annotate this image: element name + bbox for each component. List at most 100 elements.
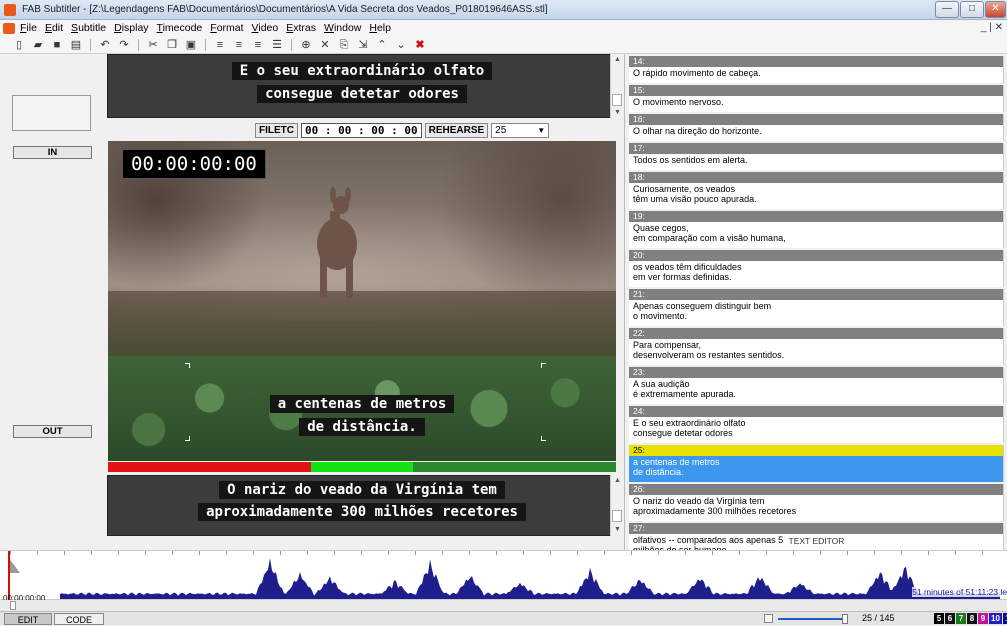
subtitle-entry[interactable]: 14: O rápido movimento de cabeça.	[629, 56, 1004, 83]
subtitle-number-select[interactable]: 25 ▼	[491, 122, 550, 138]
print-icon[interactable]: ▤	[69, 39, 83, 52]
menu-extras[interactable]: Extras	[286, 22, 316, 34]
progress-green-segment	[311, 462, 413, 472]
menu-format[interactable]: Format	[210, 22, 243, 34]
subtitle-entry-line: Todos os sentidos em alerta.	[633, 155, 748, 165]
copy-format-icon[interactable]: ⎘	[337, 39, 351, 52]
subtitle-entry[interactable]: 19: Quase cegos, em comparação com a visão…	[629, 211, 1004, 248]
align-right-icon[interactable]: ≡	[251, 39, 265, 52]
zoom-icon[interactable]	[764, 614, 773, 623]
subtitle-entry[interactable]: 16: O olhar na direção do horizonte.	[629, 114, 1004, 141]
color-button[interactable]: 10	[989, 613, 1002, 624]
scroll-thumb[interactable]	[10, 601, 16, 610]
text-editor-label[interactable]: TEXT EDITOR	[625, 536, 1007, 550]
menu-subtitle[interactable]: Subtitle	[71, 22, 106, 34]
scroll-thumb[interactable]	[612, 94, 622, 106]
maximize-button[interactable]: □	[960, 1, 984, 18]
window-title: FAB Subtitler - [Z:\Legendagens FAB\Docu…	[22, 4, 548, 15]
align-center-icon[interactable]: ≡	[232, 39, 246, 52]
subtitle-entry[interactable]: 15: O movimento nervoso.	[629, 85, 1004, 112]
subtitle-entry-number: 14:	[629, 56, 1003, 67]
subtitle-entry[interactable]: 20: os veados têm dificuldades em ver form…	[629, 250, 1004, 287]
menu-file[interactable]: File	[20, 22, 37, 34]
new-icon[interactable]: ▯	[12, 39, 26, 52]
subtitle-entry[interactable]: 22: Para compensar, desenvolveram os resta…	[629, 328, 1004, 365]
waveform-scrollbar[interactable]	[0, 600, 1007, 611]
redo-icon[interactable]: ↷	[117, 39, 131, 52]
close-red-icon[interactable]: ✖	[413, 39, 427, 52]
subtitle-entry-line: O olhar na direção do horizonte.	[633, 126, 762, 136]
previous-subtitle-box[interactable]: E o seu extraordinário olfato consegue d…	[107, 54, 617, 118]
previous-subtitle-scrollbar[interactable]: ▲ ▼	[610, 54, 623, 118]
chevron-down-icon[interactable]: ▼	[537, 126, 545, 135]
paste-icon[interactable]: ▣	[184, 39, 198, 52]
mdi-controls[interactable]: _ | ✕	[981, 22, 1003, 33]
down-icon[interactable]: ⌄	[394, 39, 408, 52]
color-button[interactable]: 5	[934, 613, 944, 624]
subtitle-entry-number: 20:	[629, 250, 1003, 261]
subtitle-entry[interactable]: 26: O nariz do veado da Virgínia tem aprox…	[629, 484, 1004, 521]
scroll-down-icon[interactable]: ▼	[611, 526, 624, 533]
undo-icon[interactable]: ↶	[98, 39, 112, 52]
audio-waveform[interactable]: 00:00:00:00 51 minutes of 51:11:23 le	[0, 550, 1007, 603]
in-button[interactable]: IN	[13, 146, 92, 159]
subtitle-entry-number: 25:	[629, 445, 1003, 456]
waveform-graph	[8, 557, 1000, 599]
app-icon	[4, 4, 16, 16]
toolbar-separator	[138, 39, 139, 51]
save-icon[interactable]: ■	[50, 39, 64, 52]
move-icon[interactable]: ⇲	[356, 39, 370, 52]
scroll-up-icon[interactable]: ▲	[611, 477, 624, 484]
up-icon[interactable]: ⌃	[375, 39, 389, 52]
timecode-bar: FILETC 00 : 00 : 00 : 00 REHEARSE 25 ▼	[255, 122, 550, 138]
subtitle-number-value: 25	[495, 124, 507, 136]
menu-edit[interactable]: Edit	[45, 22, 63, 34]
open-icon[interactable]: ▰	[31, 39, 45, 52]
close-button[interactable]: ✕	[985, 1, 1006, 18]
color-button[interactable]: 7	[956, 613, 966, 624]
subtitle-entry-text: O movimento nervoso.	[629, 96, 1003, 108]
scroll-thumb[interactable]	[612, 510, 622, 522]
safe-area-corner	[541, 436, 546, 441]
scroll-down-icon[interactable]: ▼	[611, 109, 624, 116]
delete-icon[interactable]: ✕	[318, 39, 332, 52]
subtitle-entry-text: O nariz do veado da Virgínia tem aproxima…	[629, 495, 1003, 517]
timecode-field[interactable]: 00 : 00 : 00 : 00	[301, 122, 422, 138]
subtitle-entry[interactable]: 25: a centenas de metros de distância.	[629, 445, 1004, 482]
subtitle-entry[interactable]: 21: Apenas conseguem distinguir bem o movi…	[629, 289, 1004, 326]
subtitle-entry[interactable]: 17: Todos os sentidos em alerta.	[629, 143, 1004, 170]
subtitle-entry-number: 16:	[629, 114, 1003, 125]
menu-video[interactable]: Video	[252, 22, 279, 34]
color-button[interactable]: 8	[967, 613, 977, 624]
subtitle-entry[interactable]: 24: E o seu extraordinário olfato consegue…	[629, 406, 1004, 443]
next-subtitle-scrollbar[interactable]: ▲ ▼	[610, 475, 623, 536]
out-button[interactable]: OUT	[13, 425, 92, 438]
next-subtitle-box[interactable]: O nariz do veado da Virgínia tem aproxim…	[107, 475, 617, 536]
toolbar-separator	[205, 39, 206, 51]
cut-icon[interactable]: ✂	[146, 39, 160, 52]
edit-tab[interactable]: EDIT	[4, 613, 52, 625]
color-button[interactable]: 6	[945, 613, 955, 624]
menu-help[interactable]: Help	[369, 22, 391, 34]
video-preview[interactable]: 00:00:00:00 a centenas de metros de dist…	[108, 141, 616, 461]
subtitle-entry[interactable]: 23: A sua audição é extremamente apurada.	[629, 367, 1004, 404]
color-button[interactable]: 9	[978, 613, 988, 624]
minimize-button[interactable]: —	[935, 1, 959, 18]
subtitle-entry[interactable]: 18: Curiosamente, os veados têm uma visão …	[629, 172, 1004, 209]
align-left-icon[interactable]: ≡	[213, 39, 227, 52]
document-icon[interactable]	[3, 23, 15, 34]
subtitle-entry-number: 17:	[629, 143, 1003, 154]
zoom-slider-knob[interactable]	[842, 614, 848, 624]
menu-window[interactable]: Window	[324, 22, 361, 34]
justify-icon[interactable]: ☰	[270, 39, 284, 52]
insert-icon[interactable]: ⊕	[299, 39, 313, 52]
color-button[interactable]: 11	[1003, 613, 1007, 624]
video-progress-bar[interactable]	[108, 462, 616, 472]
menu-display[interactable]: Display	[114, 22, 148, 34]
scroll-up-icon[interactable]: ▲	[611, 56, 624, 63]
zoom-slider[interactable]	[778, 618, 846, 620]
menu-timecode[interactable]: Timecode	[157, 22, 203, 34]
rehearse-button[interactable]: REHEARSE	[424, 122, 489, 138]
code-tab[interactable]: CODE	[54, 613, 104, 625]
copy-icon[interactable]: ❐	[165, 39, 179, 52]
